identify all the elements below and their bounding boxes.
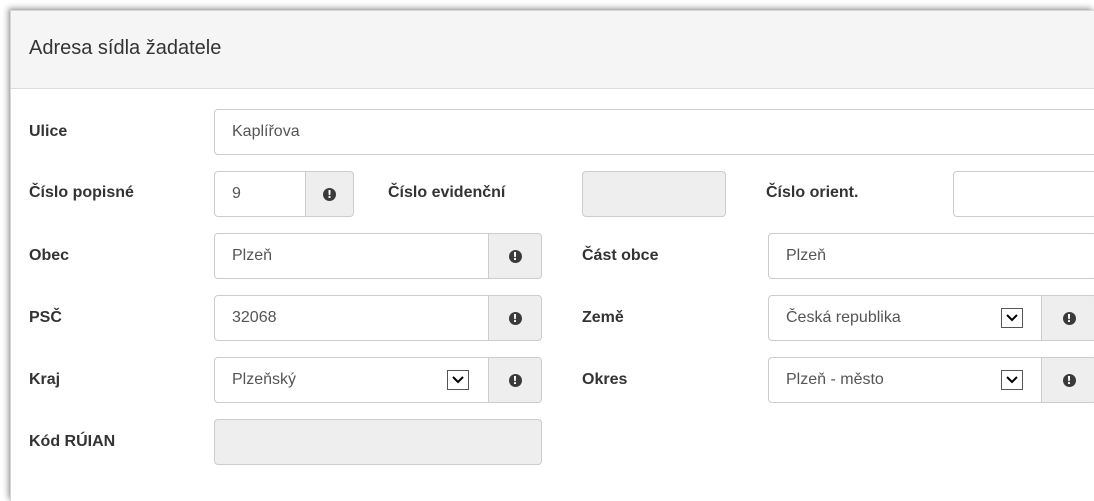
label-obec: Obec <box>29 247 70 264</box>
label-cast-obce: Část obce <box>582 247 659 264</box>
municipality-info-button[interactable]: ! <box>489 233 542 279</box>
country-select[interactable]: Česká republika <box>768 295 1042 341</box>
chevron-down-icon[interactable] <box>447 370 469 390</box>
info-circle-icon: ! <box>508 249 522 263</box>
region-select[interactable]: Plzeňský <box>214 357 489 403</box>
district-select[interactable]: Plzeň - město <box>768 357 1042 403</box>
info-circle-icon: ! <box>1062 373 1076 387</box>
country-select-value: Česká republika <box>786 309 901 326</box>
info-circle-icon: ! <box>508 311 522 325</box>
panel-heading: Adresa sídla žadatele <box>11 11 1094 89</box>
label-cislo-orient: Číslo orient. <box>766 184 859 201</box>
chevron-down-icon[interactable] <box>1001 308 1023 328</box>
region-info-button[interactable]: ! <box>489 357 542 403</box>
municipality-input[interactable]: Plzeň <box>214 233 489 279</box>
house-number-info-button[interactable]: ! <box>306 171 354 217</box>
district-info-button[interactable]: ! <box>1042 357 1094 403</box>
orientation-number-input[interactable] <box>953 171 1094 217</box>
label-okres: Okres <box>582 371 628 388</box>
municipality-part-input[interactable]: Plzeň <box>768 233 1094 279</box>
street-input[interactable]: Kaplířova <box>214 109 1094 155</box>
postal-code-info-button[interactable]: ! <box>489 295 542 341</box>
country-info-button[interactable]: ! <box>1042 295 1094 341</box>
info-circle-icon: ! <box>323 187 336 201</box>
address-panel: Adresa sídla žadatele Ulice Kaplířova Čí… <box>10 10 1094 501</box>
ruian-code-input[interactable] <box>214 419 542 465</box>
label-zeme: Země <box>582 309 624 326</box>
region-select-value: Plzeňský <box>232 371 297 388</box>
label-ulice: Ulice <box>29 123 68 140</box>
label-cislo-evidencni: Číslo evidenční <box>388 184 506 201</box>
district-select-value: Plzeň - město <box>786 371 884 388</box>
label-psc: PSČ <box>29 309 62 326</box>
info-circle-icon: ! <box>1062 311 1076 325</box>
chevron-down-icon[interactable] <box>1001 370 1023 390</box>
label-kod-ruian: Kód RÚIAN <box>29 433 116 450</box>
info-circle-icon: ! <box>508 373 522 387</box>
registration-number-input[interactable] <box>582 171 726 217</box>
label-kraj: Kraj <box>29 371 61 388</box>
label-cislo-popisne: Číslo popisné <box>29 184 134 201</box>
panel-title: Adresa sídla žadatele <box>29 37 222 59</box>
postal-code-input[interactable]: 32068 <box>214 295 489 341</box>
house-number-input[interactable]: 9 <box>214 171 306 217</box>
